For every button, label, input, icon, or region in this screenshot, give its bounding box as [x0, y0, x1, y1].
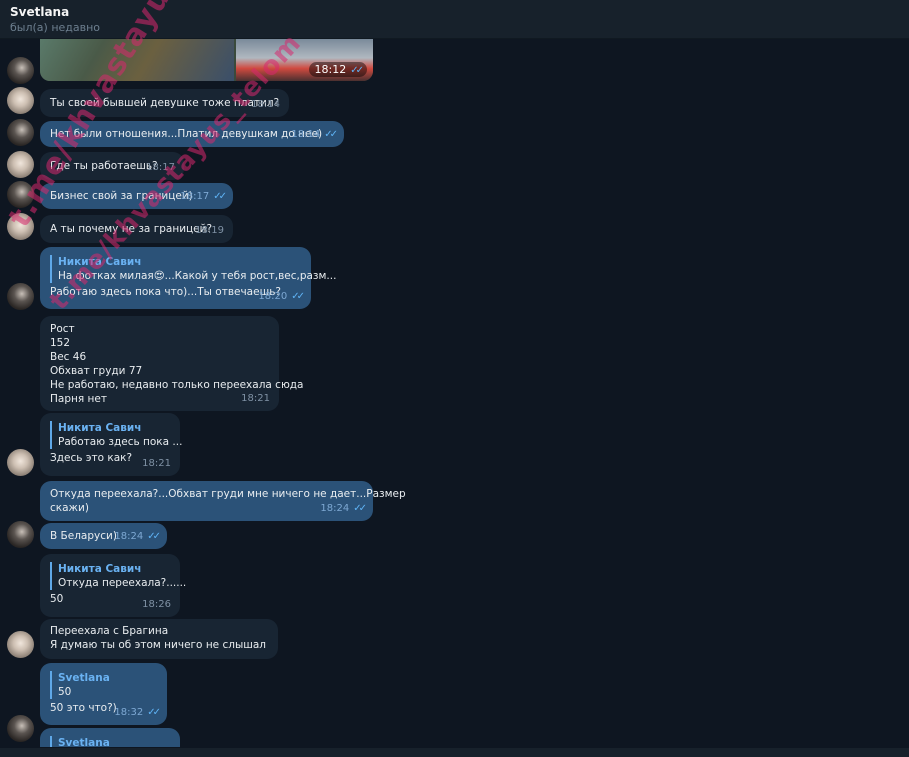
message-time: 18:19 — [195, 225, 224, 236]
message-time: 18:21 — [142, 458, 171, 469]
message-bubble-outgoing[interactable]: Бизнес свой за границей) 18:17 ✓✓ — [40, 183, 233, 209]
avatar[interactable] — [7, 449, 34, 476]
message-time: 18:26 — [142, 599, 171, 610]
reply-author: Svetlana — [58, 737, 110, 747]
message-time: 18:17 — [146, 162, 175, 173]
contact-name[interactable]: Svetlana — [10, 5, 69, 19]
contact-status: был(а) недавно — [10, 21, 101, 34]
message-bubble-incoming[interactable]: Никита Савич Откуда переехала?...... 50 … — [40, 554, 187, 617]
reply-text: Работаю здесь пока ... — [58, 436, 183, 448]
avatar[interactable] — [7, 181, 34, 208]
photo-album[interactable]: 18:12 ✓✓ — [40, 39, 373, 81]
avatar[interactable] — [7, 151, 34, 178]
double-check-icon: ✓✓ — [324, 129, 338, 140]
message-time: 18:14 — [251, 99, 280, 110]
photo-1[interactable] — [40, 39, 234, 81]
reply-quote[interactable]: Никита Савич На фотках милая😍...Какой у … — [50, 255, 337, 283]
message-time: 18:17 ✓✓ — [180, 191, 227, 202]
avatar[interactable] — [7, 715, 34, 742]
double-check-icon: ✓✓ — [350, 65, 364, 76]
double-check-icon: ✓✓ — [147, 531, 161, 542]
message-text: Здесь это как? — [50, 452, 133, 464]
double-check-icon: ✓✓ — [353, 503, 367, 514]
reply-quote[interactable]: Svetlana — [50, 736, 170, 747]
message-time: 18:32 ✓✓ — [114, 707, 161, 718]
message-bubble-outgoing[interactable]: Никита Савич На фотках милая😍...Какой у … — [40, 247, 337, 309]
message-text: В Беларуси) — [50, 530, 117, 542]
message-time: 18:12 ✓✓ — [308, 62, 367, 77]
double-check-icon: ✓✓ — [291, 291, 305, 302]
message-bubble-incoming[interactable]: Где ты работаешь? 18:17 — [40, 152, 184, 180]
avatar[interactable] — [7, 521, 34, 548]
reply-quote[interactable]: Никита Савич Работаю здесь пока ... — [50, 421, 183, 449]
reply-author: Никита Савич — [58, 422, 142, 434]
reply-text: 50 — [58, 686, 72, 698]
avatar[interactable] — [7, 213, 34, 240]
double-check-icon: ✓✓ — [147, 707, 161, 718]
message-bubble-outgoing[interactable]: В Беларуси) 18:24 ✓✓ — [40, 523, 167, 549]
message-text: Бизнес свой за границей) — [50, 190, 193, 202]
message-time: 18:20 ✓✓ — [258, 291, 305, 302]
reply-text: Откуда переехала?...... — [58, 577, 187, 589]
message-time: 18:24 ✓✓ — [114, 531, 161, 542]
reply-author: Svetlana — [58, 672, 110, 684]
message-bubble-outgoing[interactable]: Svetlana — [40, 728, 180, 747]
avatar[interactable] — [7, 57, 34, 84]
message-text: А ты почему не за границей? — [50, 223, 213, 235]
avatar[interactable] — [7, 631, 34, 658]
reply-author: Никита Савич — [58, 563, 142, 575]
message-bubble-outgoing[interactable]: Svetlana 50 50 это что?) 18:32 ✓✓ — [40, 663, 167, 725]
message-bubble-outgoing[interactable]: Откуда переехала?...Обхват груди мне нич… — [40, 481, 406, 521]
reply-quote[interactable]: Никита Савич Откуда переехала?...... — [50, 562, 187, 590]
message-text: Работаю здесь пока что)...Ты отвечаешь? — [50, 286, 281, 298]
reply-text: На фотках милая😍...Какой у тебя рост,вес… — [58, 270, 337, 282]
message-list[interactable]: 18:12 ✓✓ Ты своей бывшей девушке тоже пла… — [0, 39, 909, 747]
message-bubble-outgoing[interactable]: Нет были отношения...Платил девушкам до … — [40, 121, 344, 147]
double-check-icon: ✓✓ — [213, 191, 227, 202]
message-time: 18:21 — [241, 393, 270, 404]
message-text: Где ты работаешь? — [50, 160, 158, 172]
message-bubble-incoming[interactable]: А ты почему не за границей? 18:19 — [40, 215, 233, 243]
message-bubble-incoming[interactable]: Рост 152 Вес 46 Обхват груди 77 Не работ… — [40, 316, 303, 411]
avatar[interactable] — [7, 283, 34, 310]
message-text: Переехала с Брагина Я думаю ты об этом н… — [50, 625, 267, 651]
composer-bar[interactable] — [0, 748, 909, 757]
message-text: Ты своей бывшей девушке тоже платил? — [50, 97, 280, 109]
message-bubble-incoming[interactable]: Переехала с Брагина Я думаю ты об этом н… — [40, 619, 278, 659]
reply-quote[interactable]: Svetlana 50 — [50, 671, 157, 699]
chat-header[interactable]: Svetlana был(а) недавно — [0, 0, 909, 39]
message-time: 18:24 ✓✓ — [320, 503, 367, 514]
message-text: 50 это что?) — [50, 702, 117, 714]
message-time: 18:14 ✓✓ — [291, 129, 338, 140]
reply-author: Никита Савич — [58, 256, 142, 268]
avatar[interactable] — [7, 119, 34, 146]
message-bubble-incoming[interactable]: Ты своей бывшей девушке тоже платил? 18:… — [40, 89, 289, 117]
message-text: 50 — [50, 593, 64, 605]
message-bubble-incoming[interactable]: Никита Савич Работаю здесь пока ... Здес… — [40, 413, 183, 476]
avatar[interactable] — [7, 87, 34, 114]
message-text: Нет были отношения...Платил девушкам до … — [50, 128, 323, 140]
